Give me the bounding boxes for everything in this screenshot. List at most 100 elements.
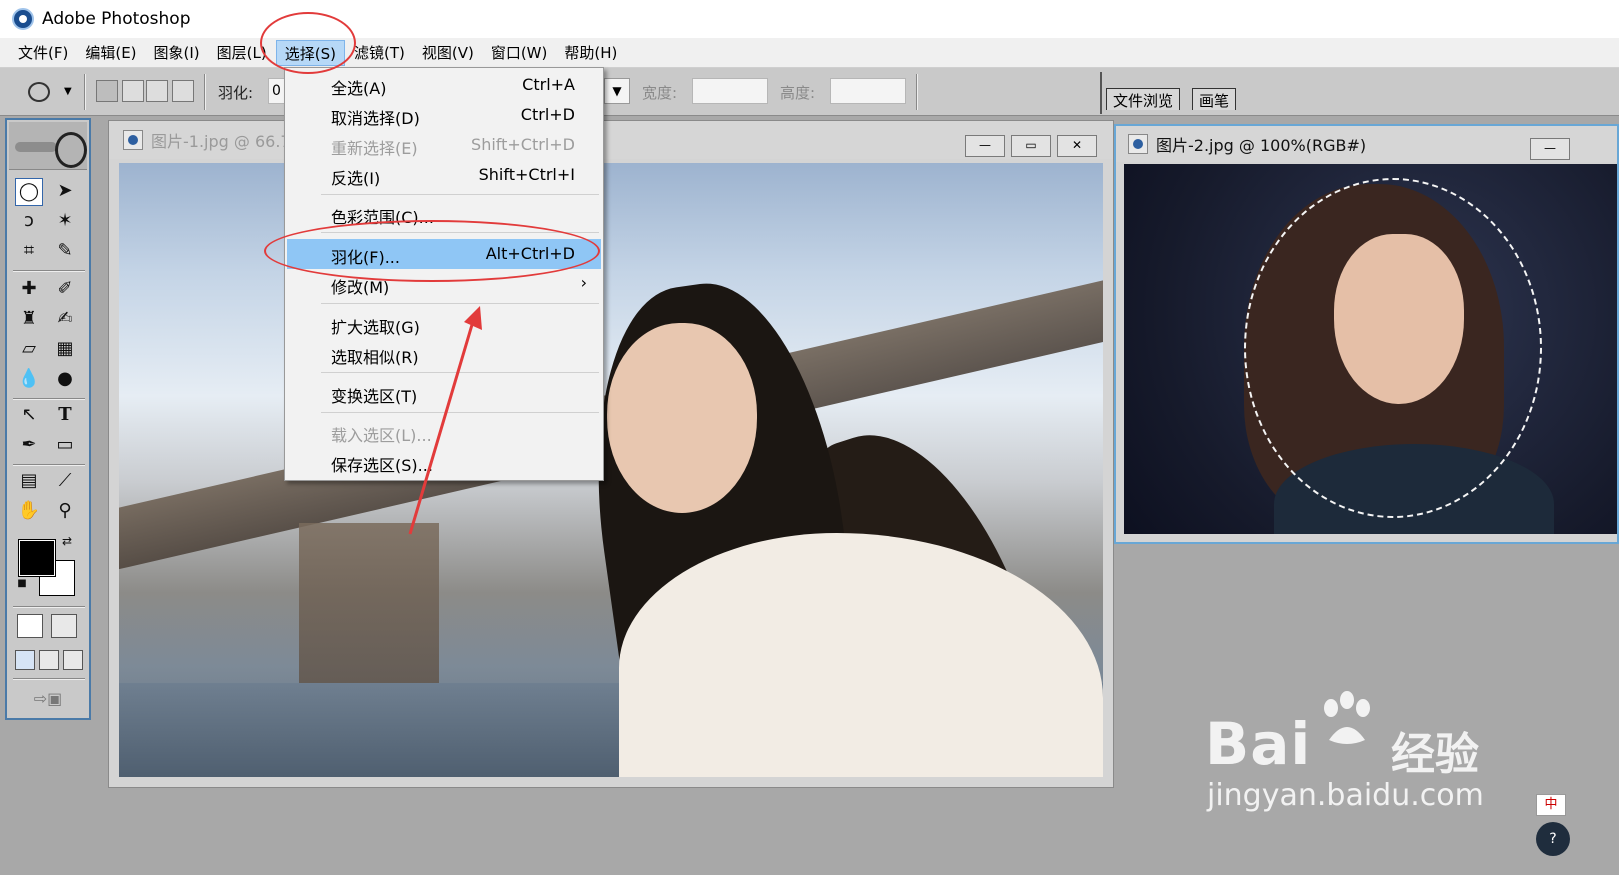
new-selection-mode-icon[interactable]: [96, 80, 118, 102]
maximize-button[interactable]: ▭: [1011, 135, 1051, 157]
menu-item-select-all[interactable]: 全选(A) Ctrl+A: [287, 70, 601, 100]
menu-separator: [321, 303, 599, 304]
add-to-selection-mode-icon[interactable]: [122, 80, 144, 102]
path-selection-tool-icon[interactable]: ↖: [15, 402, 43, 430]
elliptical-marquee-preset-icon[interactable]: [28, 82, 50, 102]
document-1-title: 图片-1.jpg @ 66.7: [151, 132, 291, 151]
menu-item-similar[interactable]: 选取相似(R): [287, 339, 601, 369]
style-dropdown[interactable]: ▼: [604, 78, 630, 104]
full-screen-menu-mode-button[interactable]: [39, 650, 59, 670]
menu-view[interactable]: 视图(V): [414, 40, 482, 66]
foreground-color-swatch[interactable]: [18, 539, 56, 577]
document-icon: [123, 130, 143, 150]
document-1-titlebar[interactable]: 图片-1.jpg @ 66.7: [109, 121, 1113, 159]
document-1-canvas[interactable]: [119, 163, 1103, 777]
menu-item-grow[interactable]: 扩大选取(G): [287, 309, 601, 339]
minimize-button[interactable]: —: [1530, 138, 1570, 160]
intersect-selection-mode-icon[interactable]: [172, 80, 194, 102]
menu-item-deselect[interactable]: 取消选择(D) Ctrl+D: [287, 100, 601, 130]
standard-screen-mode-button[interactable]: [15, 650, 35, 670]
subtract-from-selection-mode-icon[interactable]: [146, 80, 168, 102]
document-2-canvas[interactable]: [1124, 164, 1617, 534]
height-input[interactable]: [830, 78, 906, 104]
document-2-title: 图片-2.jpg @ 100%(RGB#): [1156, 136, 1367, 155]
help-bubble-icon[interactable]: ?: [1536, 822, 1570, 856]
baidu-paw-icon: [1324, 691, 1370, 744]
crop-tool-icon[interactable]: ⌗: [15, 238, 43, 266]
hand-tool-icon[interactable]: ✋: [15, 498, 43, 526]
menu-edit[interactable]: 编辑(E): [77, 40, 144, 66]
pen-tool-icon[interactable]: ✒: [15, 432, 43, 460]
menu-window[interactable]: 窗口(W): [483, 40, 556, 66]
full-screen-mode-button[interactable]: [63, 650, 83, 670]
menu-select[interactable]: 选择(S): [275, 39, 345, 66]
baidu-watermark: Bai 经验 jingyan.baidu.com: [1205, 690, 1505, 820]
magic-wand-tool-icon[interactable]: ✶: [51, 208, 79, 236]
tab-file-browser[interactable]: 文件浏览: [1106, 88, 1181, 110]
toolbox-separator: [13, 270, 85, 272]
width-input[interactable]: [692, 78, 768, 104]
menu-item-load-selection: 载入选区(L)...: [331, 426, 432, 445]
jump-to-imageready-icon[interactable]: ⇨▣: [21, 686, 75, 714]
options-separator: [84, 74, 86, 110]
dodge-tool-icon[interactable]: ●: [51, 366, 79, 394]
eyedropper-tool-icon[interactable]: ⟋: [51, 468, 79, 496]
type-tool-icon[interactable]: T: [51, 402, 79, 430]
watermark-brand-right: 经验: [1391, 729, 1479, 780]
elliptical-marquee-tool-icon[interactable]: ◯: [15, 178, 43, 206]
standard-mode-button[interactable]: [17, 614, 43, 638]
menu-separator: [321, 232, 599, 233]
healing-brush-tool-icon[interactable]: ✚: [15, 276, 43, 304]
document-icon: [1128, 134, 1148, 154]
palette-well: 文件浏览 画笔: [1100, 72, 1619, 114]
menu-separator: [321, 372, 599, 373]
app-title: Adobe Photoshop: [42, 9, 191, 29]
close-button[interactable]: ✕: [1057, 135, 1097, 157]
options-bar: ▼ 羽化: 0 ▼ 宽度: 高度: 文件浏览 画笔: [0, 68, 1619, 116]
brush-tool-icon[interactable]: ✐: [51, 276, 79, 304]
ime-badge[interactable]: 中: [1536, 794, 1566, 816]
menu-item-inverse[interactable]: 反选(I) Shift+Ctrl+I: [287, 160, 601, 190]
menu-help[interactable]: 帮助(H): [556, 40, 625, 66]
submenu-arrow-icon: ›: [580, 273, 587, 292]
menu-bar: 文件(F) 编辑(E) 图象(I) 图层(L) 选择(S) 滤镜(T) 视图(V…: [0, 38, 1619, 68]
photo-sweater: [619, 533, 1103, 777]
toolbox: ◯ ➤ ↄ ✶ ⌗ ✎ ✚ ✐ ♜ ✍ ▱ ▦ 💧 ● ↖ T ✒ ▭ ▤ ⟋ …: [5, 118, 91, 720]
toolbox-separator: [13, 606, 85, 608]
lasso-tool-icon[interactable]: ↄ: [15, 208, 43, 236]
menu-item-modify[interactable]: 修改(M) ›: [287, 269, 601, 299]
menu-image[interactable]: 图象(I): [146, 40, 208, 66]
rectangle-shape-tool-icon[interactable]: ▭: [51, 432, 79, 460]
clone-stamp-tool-icon[interactable]: ♜: [15, 306, 43, 334]
move-tool-icon[interactable]: ➤: [51, 178, 79, 206]
menu-filter[interactable]: 滤镜(T): [346, 40, 413, 66]
eraser-tool-icon[interactable]: ▱: [15, 336, 43, 364]
menu-item-feather[interactable]: 羽化(F)... Alt+Ctrl+D: [287, 239, 601, 269]
minimize-button[interactable]: —: [965, 135, 1005, 157]
history-brush-tool-icon[interactable]: ✍: [51, 306, 79, 334]
document-window-2[interactable]: 图片-2.jpg @ 100%(RGB#) —: [1114, 124, 1619, 544]
photoshop-app-icon: [12, 8, 34, 30]
quick-mask-mode-button[interactable]: [51, 614, 77, 638]
document-window-1[interactable]: 图片-1.jpg @ 66.7 — ▭ ✕: [108, 120, 1114, 788]
select-menu-dropdown: 全选(A) Ctrl+A 取消选择(D) Ctrl+D 重新选择(E) Shif…: [284, 67, 604, 481]
toolbox-separator: [13, 678, 85, 680]
notes-tool-icon[interactable]: ▤: [15, 468, 43, 496]
menu-file[interactable]: 文件(F): [10, 40, 76, 66]
menu-item-transform-selection[interactable]: 变换选区(T): [287, 378, 601, 408]
menu-item-color-range[interactable]: 色彩范围(C)...: [287, 199, 601, 229]
watermark-url: jingyan.baidu.com: [1207, 778, 1484, 813]
swap-colors-icon[interactable]: ⇄: [59, 534, 75, 550]
options-separator: [916, 74, 918, 110]
zoom-tool-icon[interactable]: ⚲: [51, 498, 79, 526]
gradient-tool-icon[interactable]: ▦: [51, 336, 79, 364]
menu-item-reselect: 重新选择(E) Shift+Ctrl+D: [331, 135, 575, 158]
slice-tool-icon[interactable]: ✎: [51, 238, 79, 266]
preset-dropdown-arrow-icon[interactable]: ▼: [64, 86, 72, 97]
photo-face: [607, 323, 757, 513]
tab-brushes[interactable]: 画笔: [1192, 88, 1237, 110]
blur-tool-icon[interactable]: 💧: [15, 366, 43, 394]
menu-layer[interactable]: 图层(L): [209, 40, 275, 66]
default-colors-icon[interactable]: ■: [15, 578, 29, 592]
menu-item-save-selection[interactable]: 保存选区(S)...: [287, 447, 601, 477]
